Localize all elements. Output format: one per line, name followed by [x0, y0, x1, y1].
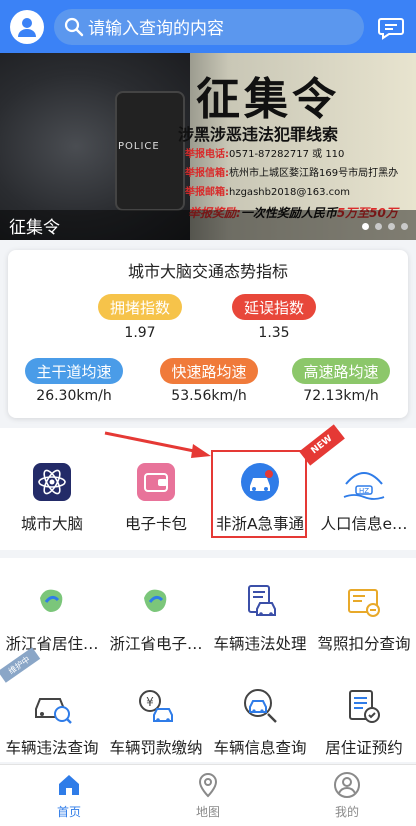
traffic-card-title: 城市大脑交通态势指标: [127, 262, 288, 281]
banner-letter-row: 举报信箱:杭州市上城区婺江路169号市局打黑办: [185, 168, 399, 179]
nav-map[interactable]: 地图: [139, 771, 277, 820]
nav-profile[interactable]: 我的: [278, 771, 416, 820]
message-icon[interactable]: [376, 12, 406, 42]
car-document-icon: [238, 580, 282, 624]
service-fine-payment[interactable]: ¥ 车辆罚款缴纳: [104, 684, 208, 758]
service-population-info[interactable]: HZ 人口信息e…: [312, 460, 416, 534]
user-icon: [334, 772, 360, 798]
service-violation-query[interactable]: 车辆违法查询: [0, 684, 104, 758]
congestion-index-value: 1.97: [124, 325, 156, 341]
zhejiang-map-icon: [30, 580, 74, 624]
car-info-icon: [238, 684, 282, 728]
top-bar: 请输入查询的内容: [0, 0, 416, 53]
highway-speed-value: 72.13km/h: [303, 388, 379, 404]
home-icon: [59, 775, 79, 795]
service-zj-residence[interactable]: 浙江省居住…: [0, 580, 104, 654]
expressway-speed-pill: 快速路均速: [160, 358, 258, 384]
license-icon: [342, 580, 386, 624]
congestion-index-pill: 拥堵指数: [98, 294, 182, 320]
calendar-check-icon: [342, 684, 386, 728]
nav-label: 地图: [195, 805, 220, 819]
carousel-indicator: [362, 223, 408, 230]
service-e-wallet[interactable]: 电子卡包: [104, 460, 208, 534]
service-vehicle-info[interactable]: 车辆信息查询: [208, 684, 312, 758]
carousel-dot[interactable]: [401, 223, 408, 230]
service-label: 车辆违法查询: [5, 739, 99, 757]
carousel-dot[interactable]: [388, 223, 395, 230]
nav-label: 首页: [56, 805, 81, 819]
search-icon: [64, 17, 84, 36]
banner-subtitle: 涉黑涉恶违法犯罪线索: [178, 125, 339, 144]
svg-text:HZ: HZ: [359, 487, 369, 495]
banner-title: 征集令: [196, 74, 340, 125]
wallet-icon: [134, 460, 178, 504]
service-label: 电子卡包: [124, 515, 187, 533]
hz-logo-icon: HZ: [342, 460, 386, 504]
highlight-box: [211, 450, 307, 538]
traffic-index-card[interactable]: 城市大脑交通态势指标 拥堵指数 1.97 延误指数 1.35 主干道均速 26.…: [8, 250, 408, 418]
service-residence-permit[interactable]: 居住证预约: [312, 684, 416, 758]
banner-carousel[interactable]: POLICE 征集令 涉黑涉恶违法犯罪线索 举报电话:0571-87282717…: [0, 53, 416, 240]
services-bottom-section: 车辆违法查询 ¥ 车辆罚款缴纳 车辆信息查询 居住证预约: [0, 656, 416, 762]
search-placeholder: 请输入查询的内容: [88, 19, 224, 39]
banner-caption: 征集令: [0, 210, 416, 240]
zhejiang-map-icon: [134, 580, 178, 624]
service-label: 驾照扣分查询: [317, 635, 411, 653]
highway-speed-pill: 高速路均速: [292, 358, 390, 384]
car-search-icon: [30, 684, 74, 728]
service-zj-electronic[interactable]: 浙江省电子…: [104, 580, 208, 654]
banner-email-row: 举报邮箱:hzgashb2018@163.com: [185, 187, 351, 198]
service-city-brain[interactable]: 城市大脑: [0, 460, 104, 534]
nav-label: 我的: [334, 805, 359, 819]
carousel-dot[interactable]: [375, 223, 382, 230]
service-label: 浙江省电子…: [109, 635, 203, 653]
delay-index-value: 1.35: [258, 325, 290, 341]
red-arrow-annotation: [104, 431, 211, 458]
service-label: 车辆信息查询: [213, 739, 307, 757]
service-label: 浙江省居住…: [5, 635, 99, 653]
service-license-points[interactable]: 驾照扣分查询: [312, 580, 416, 654]
arterial-speed-value: 26.30km/h: [36, 388, 112, 404]
carousel-dot[interactable]: [362, 223, 369, 230]
user-avatar-icon[interactable]: [10, 9, 44, 44]
service-label: 城市大脑: [20, 515, 83, 533]
yuan-car-icon: ¥: [134, 684, 178, 728]
expressway-speed-value: 53.56km/h: [171, 388, 247, 404]
service-label: 居住证预约: [325, 739, 403, 757]
arterial-speed-pill: 主干道均速: [25, 358, 123, 384]
map-pin-icon: [198, 773, 218, 798]
nav-home[interactable]: 首页: [0, 771, 138, 820]
service-label: 人口信息e…: [320, 515, 408, 533]
services-mid-section: 浙江省居住… 浙江省电子… 车辆违法处理 驾照扣分查询: [0, 558, 416, 656]
shield-text: POLICE: [118, 141, 160, 152]
search-bar[interactable]: 请输入查询的内容: [54, 8, 364, 45]
atom-icon: [30, 460, 74, 504]
svg-text:¥: ¥: [146, 695, 154, 709]
delay-index-pill: 延误指数: [232, 294, 316, 320]
service-label: 车辆罚款缴纳: [109, 739, 203, 757]
banner-phone-row: 举报电话:0571-87282717 或 110: [185, 149, 345, 160]
service-label: 车辆违法处理: [213, 635, 307, 653]
service-violation-handling[interactable]: 车辆违法处理: [208, 580, 312, 654]
bottom-navigation: 首页 地图 我的: [0, 764, 416, 826]
